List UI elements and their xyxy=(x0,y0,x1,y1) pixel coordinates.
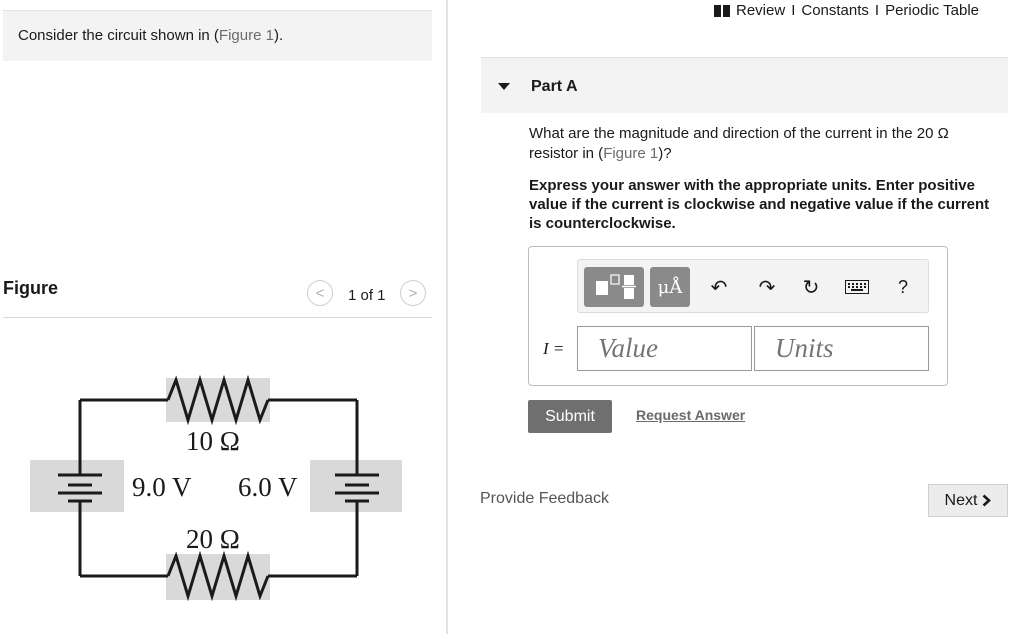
pane-divider xyxy=(446,0,448,634)
battery-right-label: 6.0 V xyxy=(238,472,298,502)
keyboard-button[interactable] xyxy=(844,274,870,300)
chevron-right-icon: > xyxy=(408,284,418,302)
figure-prev-button[interactable]: < xyxy=(307,280,333,306)
resistor-top-label: 10 Ω xyxy=(186,426,240,456)
units-button[interactable]: μÅ xyxy=(650,267,690,307)
units-icon: μÅ xyxy=(657,276,683,298)
resistor-bottom-label: 20 Ω xyxy=(186,524,240,554)
part-a-label: Part A xyxy=(531,78,578,95)
part-a-header[interactable]: Part A xyxy=(481,57,1008,113)
math-toolbar: μÅ ↶ ↷ ↻ ? xyxy=(577,259,929,313)
variable-label: I = xyxy=(543,339,565,358)
next-label: Next xyxy=(944,491,978,509)
reset-button[interactable]: ↻ xyxy=(798,274,824,300)
submit-button[interactable]: Submit xyxy=(528,400,612,433)
figure-link[interactable]: Figure 1 xyxy=(219,27,274,44)
intro-text: Consider the circuit shown in (Figure 1)… xyxy=(18,27,284,44)
undo-button[interactable]: ↶ xyxy=(706,274,732,300)
caret-down-icon xyxy=(498,83,510,90)
help-icon: ? xyxy=(897,276,908,297)
value-input[interactable] xyxy=(577,326,752,371)
figure-next-button[interactable]: > xyxy=(400,280,426,306)
periodic-table-link[interactable]: Periodic Table xyxy=(885,2,979,19)
provide-feedback-link[interactable]: Provide Feedback xyxy=(480,490,609,508)
battery-left-label: 9.0 V xyxy=(132,472,192,502)
request-answer-link[interactable]: Request Answer xyxy=(636,407,745,423)
review-link[interactable]: Review xyxy=(736,2,785,19)
help-button[interactable]: ? xyxy=(890,274,916,300)
units-input[interactable] xyxy=(754,326,929,371)
chevron-right-icon xyxy=(983,494,992,507)
templates-icon xyxy=(596,274,636,299)
chevron-left-icon: < xyxy=(315,284,325,302)
link-separator: I xyxy=(791,2,796,19)
next-button[interactable]: Next xyxy=(928,484,1008,517)
question-text: What are the magnitude and direction of … xyxy=(529,125,949,162)
undo-icon: ↶ xyxy=(710,276,728,299)
templates-button[interactable] xyxy=(584,267,644,307)
intro-panel: Consider the circuit shown in (Figure 1)… xyxy=(3,10,432,61)
figure-title: Figure xyxy=(3,278,59,298)
figure-link[interactable]: Figure 1 xyxy=(603,145,658,162)
redo-icon: ↷ xyxy=(758,276,776,299)
book-icon xyxy=(714,4,730,17)
top-links: Review I Constants I Periodic Table xyxy=(714,2,979,19)
figure-pager-count: 1 of 1 xyxy=(348,287,386,304)
circuit-diagram: 10 Ω 20 Ω 9.0 V 6.0 V xyxy=(30,374,402,602)
redo-button[interactable]: ↷ xyxy=(754,274,780,300)
link-separator: I xyxy=(874,2,880,19)
reset-icon: ↻ xyxy=(802,276,820,299)
keyboard-icon xyxy=(845,280,869,294)
answer-instructions: Express your answer with the appropriate… xyxy=(529,177,990,232)
constants-link[interactable]: Constants xyxy=(801,2,869,19)
